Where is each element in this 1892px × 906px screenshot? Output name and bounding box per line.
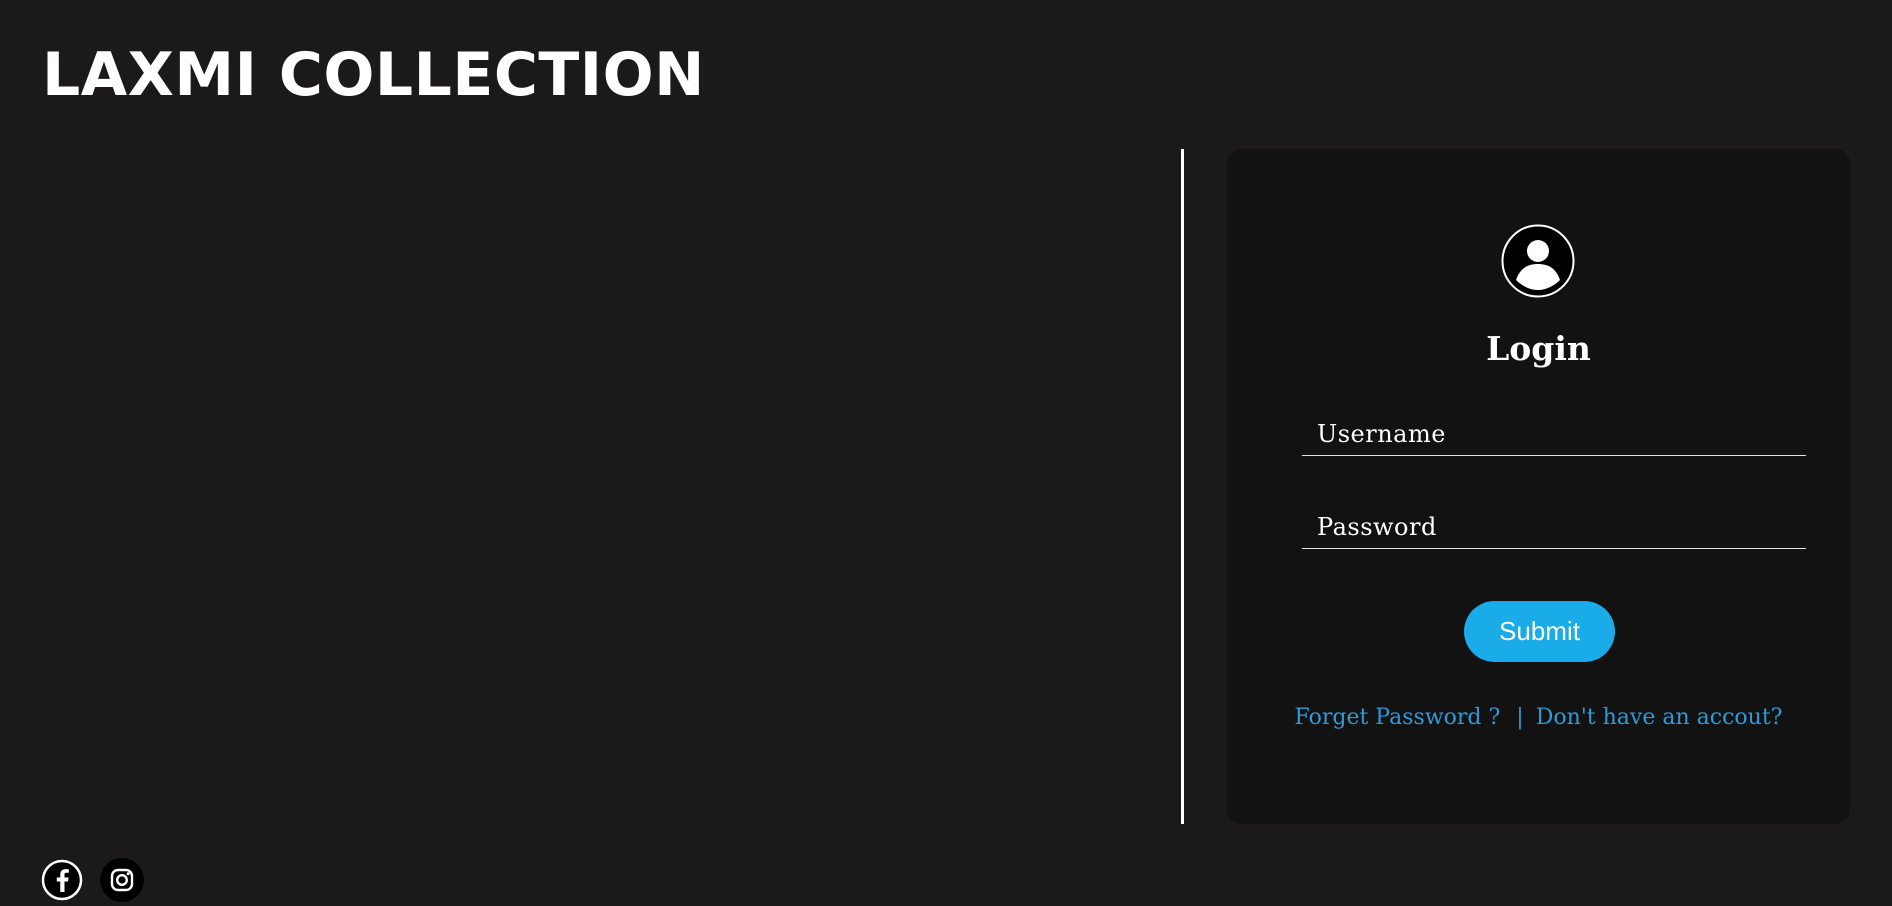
brand-title: LAXMI COLLECTION [42,40,705,110]
login-title: Login [1486,329,1591,368]
facebook-icon[interactable] [40,858,84,902]
login-card: Login Submit Forget Password ? | Don't hav… [1227,149,1850,824]
password-input[interactable] [1302,505,1806,549]
username-input[interactable] [1302,412,1806,456]
submit-button[interactable]: Submit [1464,601,1615,662]
instagram-icon[interactable] [100,858,144,902]
user-circle-icon [1501,224,1575,298]
forget-password-link[interactable]: Forget Password ? [1295,705,1501,730]
signup-link[interactable]: Don't have an accout? [1536,705,1783,730]
vertical-divider [1181,149,1184,824]
link-separator: | [1516,705,1524,730]
login-links: Forget Password ? | Don't have an accout? [1227,705,1850,730]
